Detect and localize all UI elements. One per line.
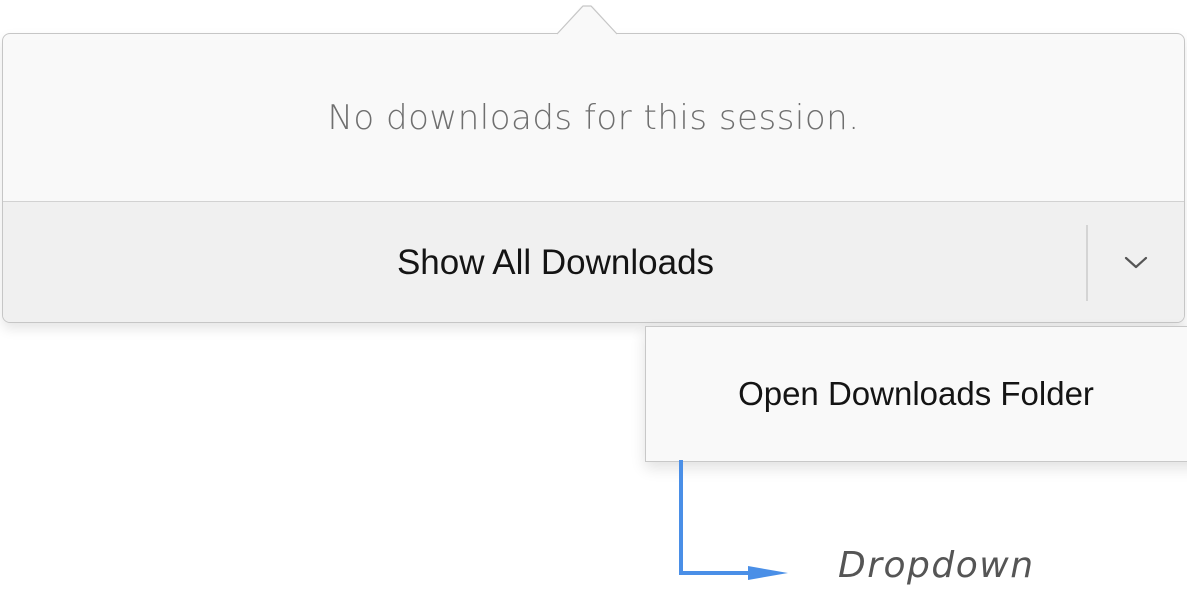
show-all-downloads-button[interactable]: Show All Downloads bbox=[3, 202, 1086, 322]
downloads-panel-footer: Show All Downloads bbox=[3, 201, 1184, 322]
panel-arrow bbox=[557, 5, 617, 35]
annotation-arrow bbox=[679, 460, 788, 580]
empty-downloads-message: No downloads for this session. bbox=[327, 97, 860, 138]
dropdown-toggle-button[interactable] bbox=[1088, 202, 1184, 322]
annotation-label: Dropdown bbox=[838, 545, 1035, 586]
menu-item-open-downloads-folder[interactable]: Open Downloads Folder bbox=[646, 327, 1186, 461]
chevron-down-icon bbox=[1124, 256, 1148, 269]
dropdown-menu: Open Downloads Folder bbox=[645, 326, 1187, 462]
downloads-panel: No downloads for this session. Show All … bbox=[2, 33, 1185, 323]
